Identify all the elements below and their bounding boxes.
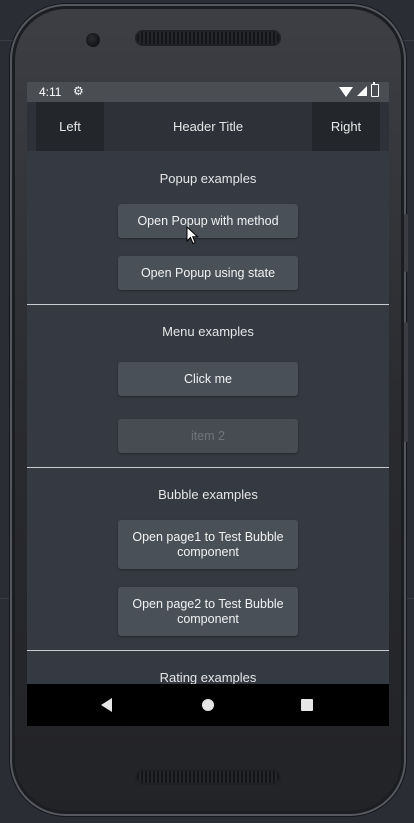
open-page1-bubble-button[interactable]: Open page1 to Test Bubble component: [118, 520, 298, 569]
open-page2-bubble-button[interactable]: Open page2 to Test Bubble component: [118, 587, 298, 636]
recent-apps-icon[interactable]: [301, 699, 313, 711]
section-divider: [27, 467, 389, 468]
bottom-speaker: [137, 771, 279, 783]
header-title: Header Title: [172, 119, 244, 134]
scroll-content[interactable]: Popup examples Open Popup with method Op…: [27, 151, 389, 684]
bubble-section-title: Bubble examples: [158, 487, 258, 502]
section-divider: [27, 304, 389, 305]
mouse-cursor-icon: [186, 226, 199, 245]
header-left-button[interactable]: Left: [36, 102, 104, 151]
top-speaker: [137, 32, 279, 44]
status-time: 4:11: [39, 85, 62, 99]
rating-section-title: Rating examples: [159, 670, 257, 684]
header-right-button[interactable]: Right: [312, 102, 380, 151]
click-me-button[interactable]: Click me: [118, 362, 298, 396]
home-icon[interactable]: [202, 699, 214, 711]
menu-item-2[interactable]: item 2: [118, 419, 298, 453]
popup-section-title: Popup examples: [159, 171, 257, 186]
open-popup-method-button[interactable]: Open Popup with method: [118, 204, 298, 238]
wifi-icon: [339, 86, 353, 97]
menu-section-title: Menu examples: [162, 324, 254, 339]
open-popup-state-button[interactable]: Open Popup using state: [118, 256, 298, 290]
device-screen: 4:11 ⚙ Left Header Title Right Popup exa…: [27, 82, 389, 726]
section-divider: [27, 650, 389, 651]
status-bar: 4:11 ⚙: [27, 82, 389, 102]
front-camera-icon: [86, 33, 100, 47]
back-icon[interactable]: [101, 698, 112, 712]
app-header: Left Header Title Right: [27, 102, 389, 151]
status-icons: [339, 82, 379, 97]
power-button[interactable]: [404, 322, 408, 442]
volume-button[interactable]: [404, 214, 408, 272]
emulator-stage: 4:11 ⚙ Left Header Title Right Popup exa…: [0, 0, 414, 823]
navigation-bar: [27, 684, 389, 726]
signal-icon: [357, 85, 367, 96]
battery-icon: [371, 82, 379, 97]
settings-gear-icon: ⚙: [73, 84, 84, 98]
